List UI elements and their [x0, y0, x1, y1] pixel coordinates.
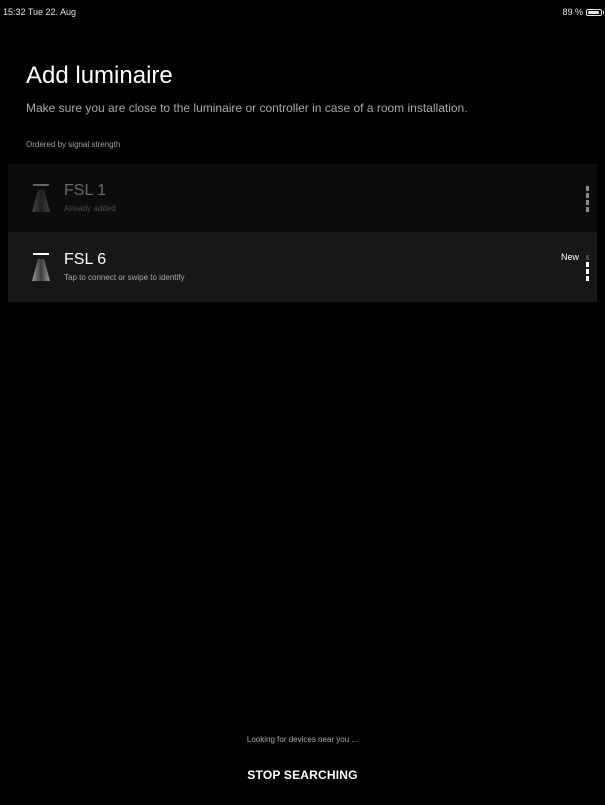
- page-subtitle: Make sure you are close to the luminaire…: [26, 101, 468, 115]
- device-name: FSL 6: [64, 251, 107, 268]
- status-time: 15:32 Tue 22. Aug: [3, 7, 77, 17]
- battery-icon: [586, 8, 604, 16]
- sort-order-label: Ordered by signal strength: [26, 140, 121, 149]
- new-badge: New: [560, 252, 579, 262]
- searching-status: Looking for devices near you ...: [246, 735, 359, 744]
- stop-searching-button[interactable]: STOP SEARCHING: [235, 762, 369, 788]
- status-right: 89 %: [562, 7, 604, 17]
- signal-strength-icon: [586, 255, 589, 281]
- page-title: Add luminaire: [26, 62, 173, 89]
- device-row-fsl-1[interactable]: FSL 1 Already added: [8, 164, 597, 233]
- device-instructions: Tap to connect or swipe to identify: [64, 273, 185, 282]
- battery-percentage: 89 %: [562, 7, 583, 17]
- luminaire-icon: [32, 184, 50, 212]
- status-bar: 15:32 Tue 22. Aug 89 %: [0, 0, 605, 22]
- device-row-fsl-6[interactable]: FSL 6 Tap to connect or swipe to identif…: [8, 233, 597, 302]
- device-list: FSL 1 Already added FSL 6 Tap to connect…: [8, 164, 597, 302]
- device-name: FSL 1: [64, 182, 107, 199]
- signal-strength-icon: [586, 186, 589, 212]
- device-status: Already added: [64, 204, 116, 213]
- luminaire-icon: [32, 253, 50, 281]
